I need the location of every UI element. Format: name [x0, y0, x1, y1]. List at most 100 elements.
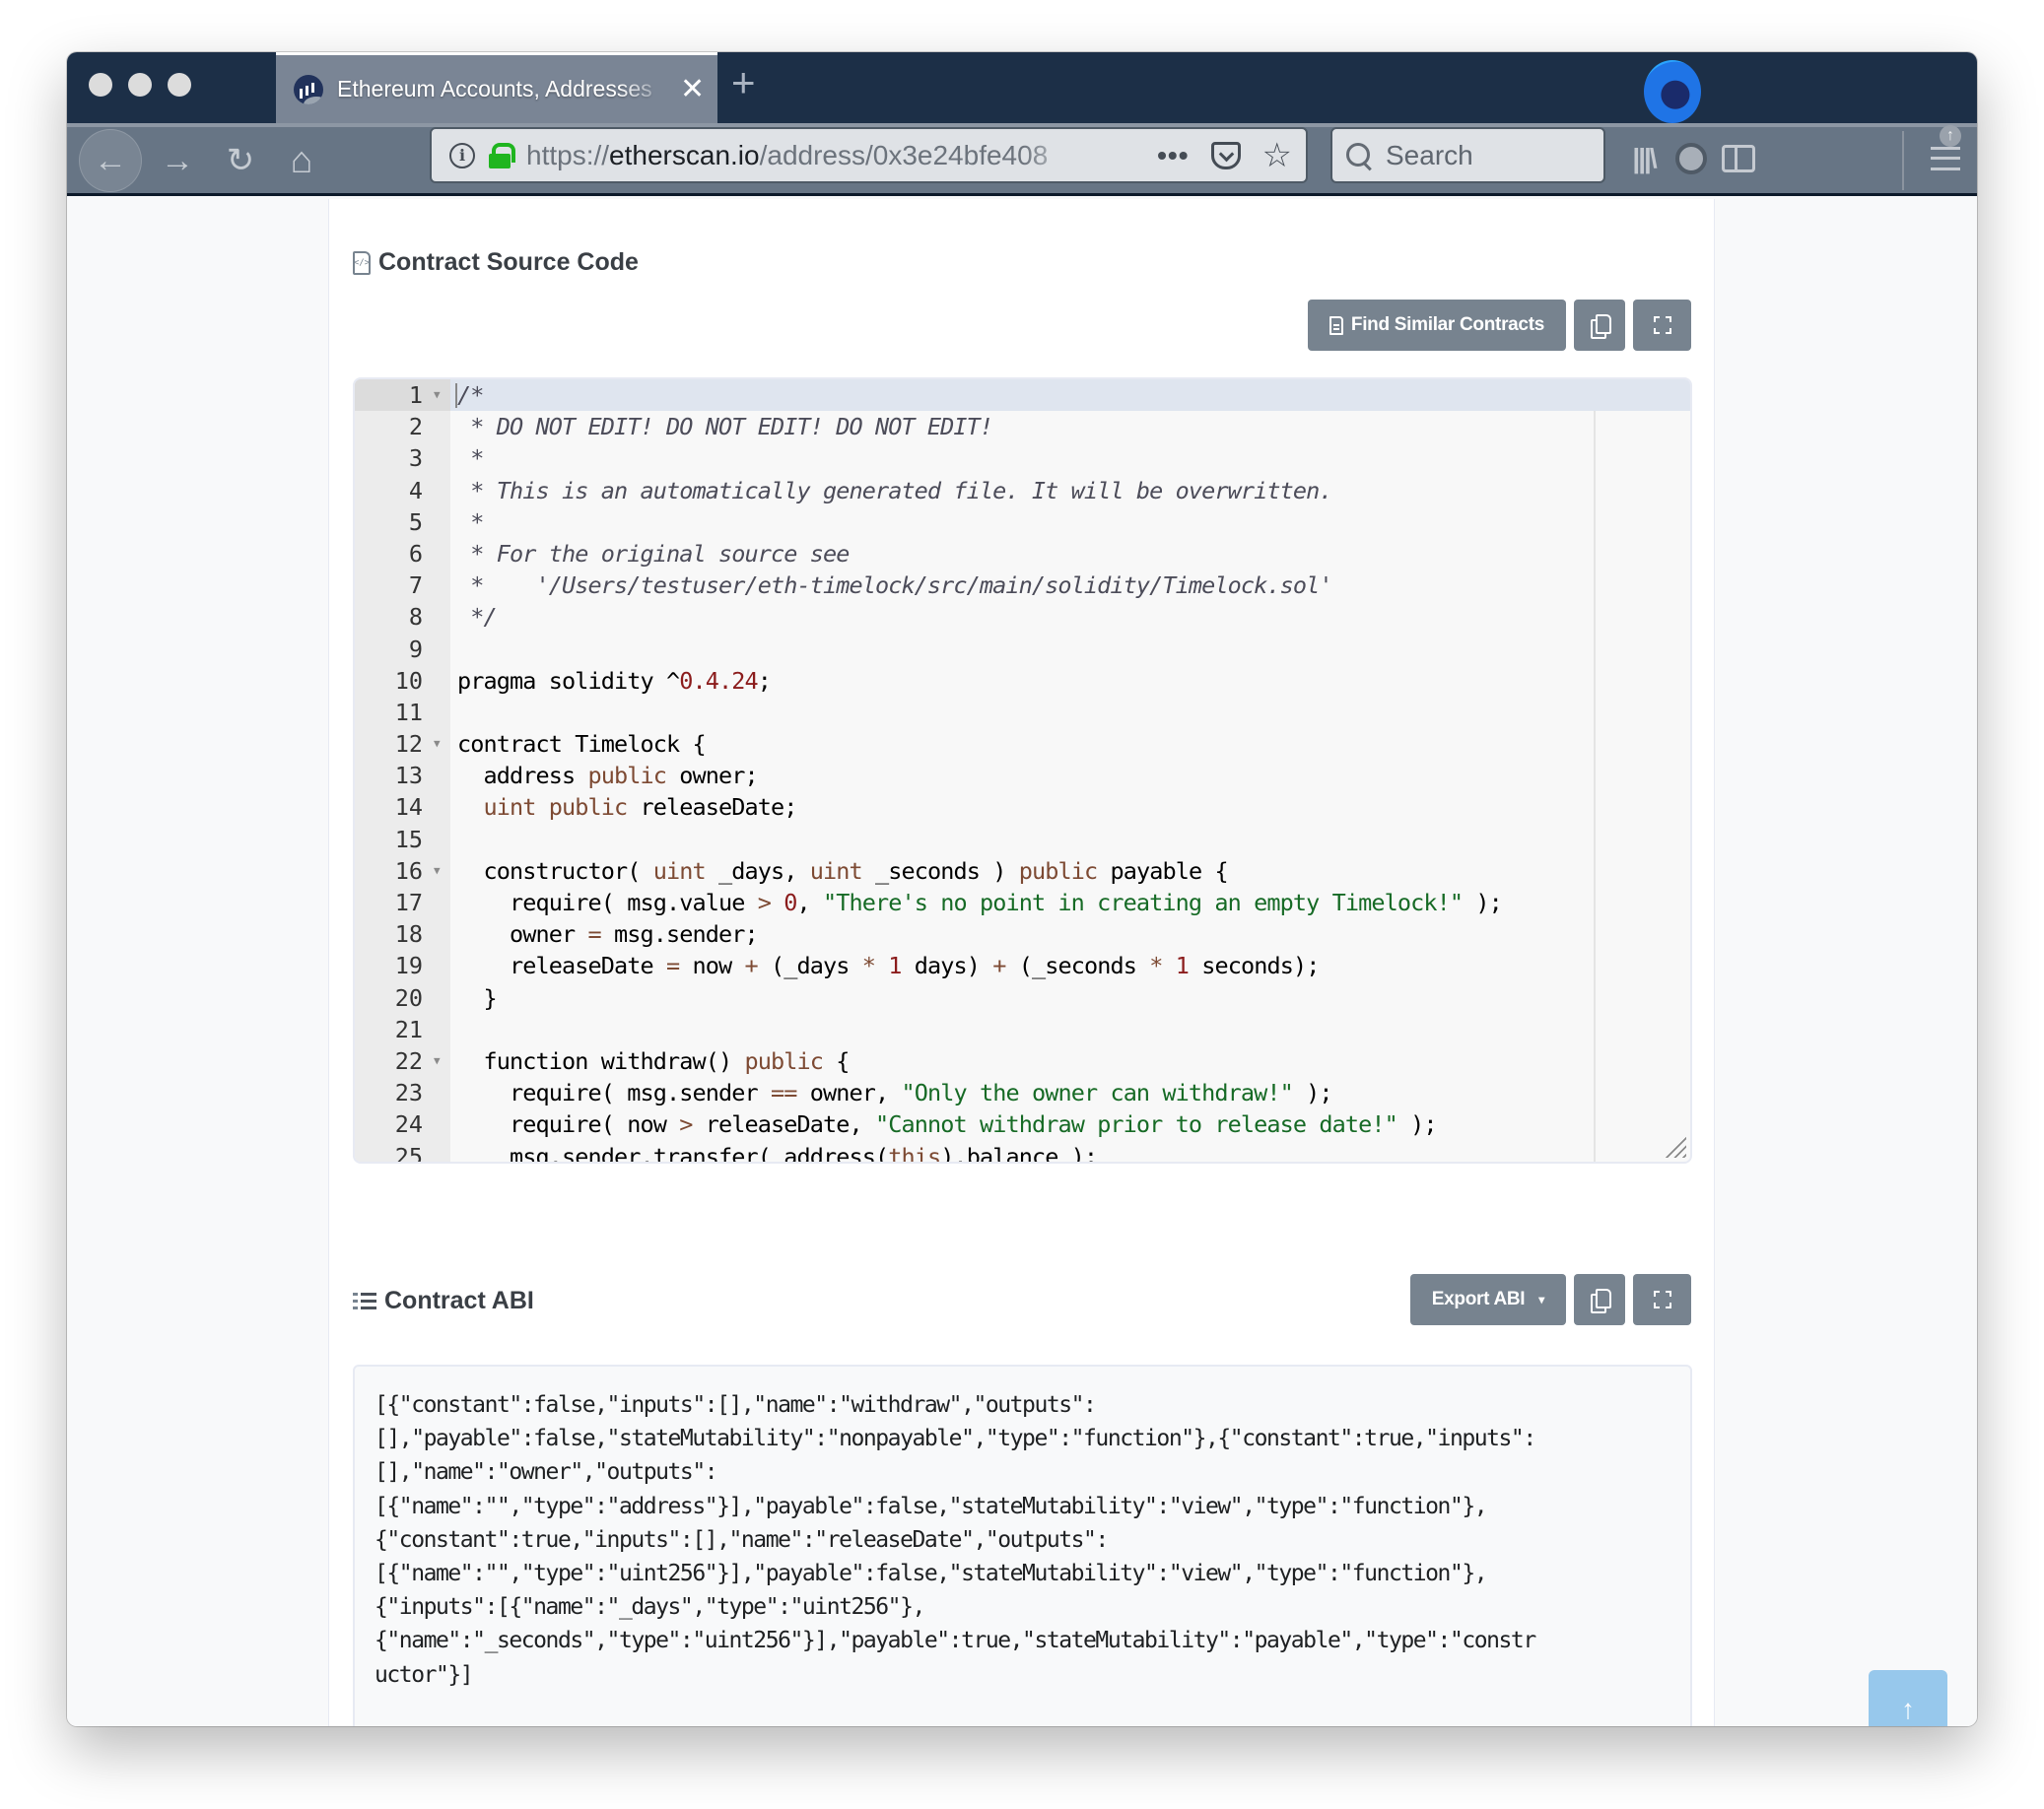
code-text: releaseDate = now + (_days * 1 days) + (… [457, 952, 1320, 980]
line-number: 15 [394, 825, 423, 853]
url-bar[interactable]: i https://etherscan.io/address/0x3e24bfe… [430, 127, 1308, 183]
close-window-button[interactable] [89, 73, 112, 97]
page-actions-icon[interactable]: ••• [1157, 140, 1189, 171]
code-text: * For the original source see [457, 539, 850, 568]
line-number: 2 [408, 413, 423, 441]
code-text: address public owner; [457, 762, 758, 790]
code-text: require( now > releaseDate, "Cannot with… [457, 1110, 1438, 1139]
source-code-editor[interactable]: 1 ▼/* 2 * DO NOT EDIT! DO NOT EDIT! DO NOT… [353, 377, 1692, 1164]
page-viewport: </> Contract Source Code Find Similar Co… [67, 199, 1977, 1726]
code-text: * [457, 507, 484, 536]
abi-title: Contract ABI [384, 1287, 534, 1314]
code-text: constructor( uint _days, uint _seconds )… [457, 856, 1228, 885]
code-text: /* [457, 381, 484, 409]
line-number: 23 [394, 1079, 423, 1107]
code-text: require( msg.sender == owner, "Only the … [457, 1079, 1333, 1107]
code-text: */ [457, 603, 497, 632]
search-placeholder: Search [1386, 139, 1473, 170]
code-text: * [457, 444, 484, 473]
etherscan-favicon-icon [294, 74, 323, 104]
code-text: * This is an automatically generated fil… [457, 476, 1332, 504]
code-line: 21 [355, 1014, 1690, 1045]
code-line: 6 * For the original source see [355, 538, 1690, 570]
code-line: 14 uint public releaseDate; [355, 791, 1690, 823]
source-code-actions: Find Similar Contracts [1307, 300, 1691, 351]
line-number: 20 [394, 983, 423, 1012]
update-available-icon: ↑ [1940, 125, 1961, 147]
code-text: pragma solidity ^0.4.24; [457, 666, 772, 695]
new-tab-button[interactable]: + [731, 62, 756, 103]
tab-etherscan[interactable]: Ethereum Accounts, Addresses ✕ [276, 52, 717, 123]
code-line: 20 } [355, 982, 1690, 1014]
find-similar-contracts-button[interactable]: Find Similar Contracts [1307, 300, 1566, 351]
line-number: 10 [394, 666, 423, 695]
home-button[interactable]: ⌂ [272, 131, 331, 190]
file-code-icon: </> [353, 250, 371, 275]
bookmark-star-icon[interactable]: ☆ [1262, 139, 1292, 172]
fullscreen-abi-button[interactable] [1633, 1274, 1691, 1325]
abi-header: Contract ABI [353, 1287, 534, 1315]
line-number: 21 [394, 1015, 423, 1043]
fold-toggle-icon[interactable]: ▼ [434, 728, 441, 760]
library-icon[interactable]: |||\ [1626, 141, 1662, 176]
line-number: 14 [394, 793, 423, 822]
line-number: 5 [408, 507, 423, 536]
fullscreen-source-button[interactable] [1633, 300, 1691, 351]
export-abi-dropdown[interactable]: Export ABI ▾ [1409, 1274, 1566, 1325]
find-similar-label: Find Similar Contracts [1350, 314, 1544, 335]
code-text: uint public releaseDate; [483, 793, 798, 822]
code-text: * DO NOT EDIT! DO NOT EDIT! DO NOT EDIT! [457, 413, 993, 441]
sidebar-toggle-button[interactable] [1721, 141, 1756, 176]
code-line: 7 * '/Users/testuser/eth-timelock/src/ma… [355, 570, 1690, 601]
pocket-icon[interactable] [1210, 141, 1241, 169]
fold-toggle-icon[interactable]: ▼ [434, 1045, 441, 1077]
url-host: etherscan.io [609, 139, 760, 170]
fold-toggle-icon[interactable]: ▼ [434, 379, 441, 411]
code-text: contract Timelock { [457, 730, 707, 759]
sidebar-icon [1722, 145, 1755, 172]
minimize-window-button[interactable] [128, 73, 152, 97]
code-line: 1 ▼/* [355, 379, 1690, 412]
chevron-down-icon: ▾ [1538, 1293, 1544, 1306]
site-info-icon[interactable]: i [449, 142, 475, 168]
abi-textarea[interactable]: [{"constant":false,"inputs":[],"name":"w… [353, 1365, 1692, 1726]
identity-icon [1675, 143, 1707, 174]
copy-source-button[interactable] [1574, 300, 1625, 351]
search-input[interactable]: Search [1330, 127, 1605, 183]
title-bar: Ethereum Accounts, Addresses ✕ + [67, 52, 1977, 123]
code-line: 18 owner = msg.sender; [355, 918, 1690, 950]
line-number: 4 [408, 476, 423, 504]
code-line: 15 [355, 824, 1690, 855]
arrow-right-icon: → [161, 141, 194, 179]
code-line: 12 ▼ contract Timelock { [355, 728, 1690, 760]
line-number: 17 [394, 889, 423, 916]
home-icon: ⌂ [290, 139, 313, 181]
expand-icon [1653, 1291, 1671, 1308]
line-number: 11 [394, 698, 423, 726]
zoom-window-button[interactable] [168, 73, 191, 97]
code-line: 19 releaseDate = now + (_days * 1 days) … [355, 950, 1690, 981]
back-to-top-button[interactable]: ↑ [1869, 1670, 1947, 1726]
forward-button[interactable]: → [148, 131, 207, 190]
source-code-title: Contract Source Code [378, 248, 639, 276]
copy-abi-button[interactable] [1574, 1274, 1625, 1325]
close-tab-icon[interactable]: ✕ [680, 74, 705, 104]
code-line: 17 require( msg.value > 0, "There's no p… [355, 887, 1690, 918]
back-button[interactable]: ← [79, 129, 142, 192]
document-icon [1329, 315, 1343, 335]
code-lines: 1 ▼/* 2 * DO NOT EDIT! DO NOT EDIT! DO NOT… [355, 379, 1690, 1163]
text-cursor [455, 383, 457, 408]
hamburger-menu-icon [1931, 147, 1960, 170]
url-text[interactable]: https://etherscan.io/address/0x3e24bfe40… [526, 140, 1078, 171]
menu-button[interactable] [1928, 141, 1963, 176]
code-line: 9 [355, 634, 1690, 665]
content-card: </> Contract Source Code Find Similar Co… [328, 199, 1715, 1726]
line-number: 7 [408, 571, 423, 600]
fold-toggle-icon[interactable]: ▼ [434, 855, 441, 887]
line-number: 9 [408, 635, 423, 663]
code-text: } [457, 983, 497, 1012]
reload-button[interactable]: ↻ [211, 131, 270, 190]
identity-extension-button[interactable] [1673, 141, 1709, 176]
code-line: 22 ▼ function withdraw() public { [355, 1045, 1690, 1077]
code-line: 25 msg.sender.transfer( address(this).ba… [355, 1141, 1690, 1163]
